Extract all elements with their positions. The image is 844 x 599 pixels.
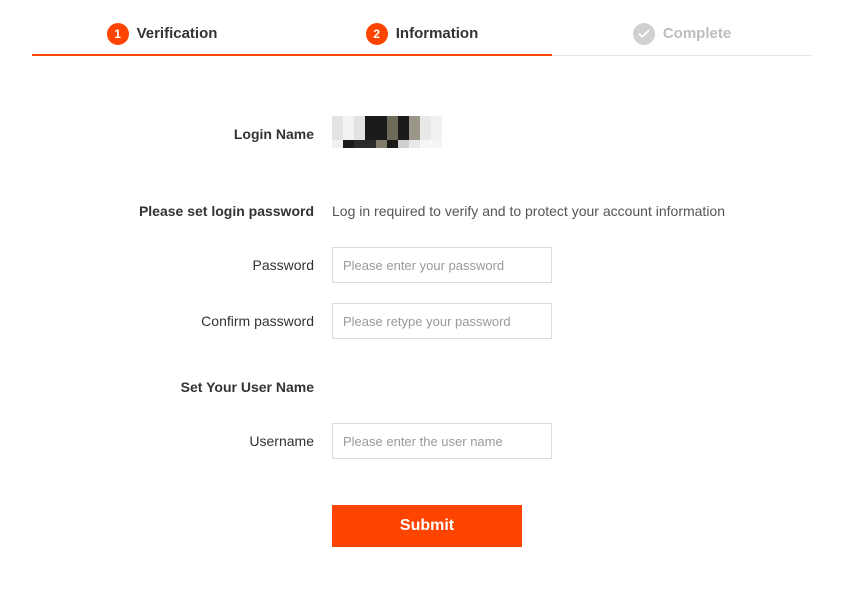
- login-name-value-redacted: [332, 116, 442, 148]
- password-input[interactable]: [332, 247, 552, 283]
- step-complete: Complete: [552, 12, 812, 55]
- step-label-3: Complete: [663, 25, 731, 42]
- check-icon: [633, 23, 655, 45]
- confirm-password-input[interactable]: [332, 303, 552, 339]
- password-section-hint: Log in required to verify and to protect…: [332, 203, 812, 219]
- step-badge-1: 1: [107, 23, 129, 45]
- step-label-1: Verification: [137, 25, 218, 42]
- progress-stepper: 1 Verification 2 Information Complete: [32, 12, 812, 56]
- submit-button[interactable]: Submit: [332, 505, 522, 547]
- login-name-label: Login Name: [32, 126, 332, 142]
- step-badge-2: 2: [366, 23, 388, 45]
- username-input[interactable]: [332, 423, 552, 459]
- step-information: 2 Information: [292, 12, 552, 55]
- setup-form: Login Name Please set login password Log…: [32, 116, 812, 547]
- password-section-title: Please set login password: [32, 203, 332, 219]
- username-label: Username: [32, 433, 332, 449]
- confirm-password-label: Confirm password: [32, 313, 332, 329]
- stepper-progress-bar: [32, 54, 552, 56]
- password-label: Password: [32, 257, 332, 273]
- step-verification: 1 Verification: [32, 12, 292, 55]
- username-section-title: Set Your User Name: [32, 379, 332, 395]
- step-label-2: Information: [396, 25, 479, 42]
